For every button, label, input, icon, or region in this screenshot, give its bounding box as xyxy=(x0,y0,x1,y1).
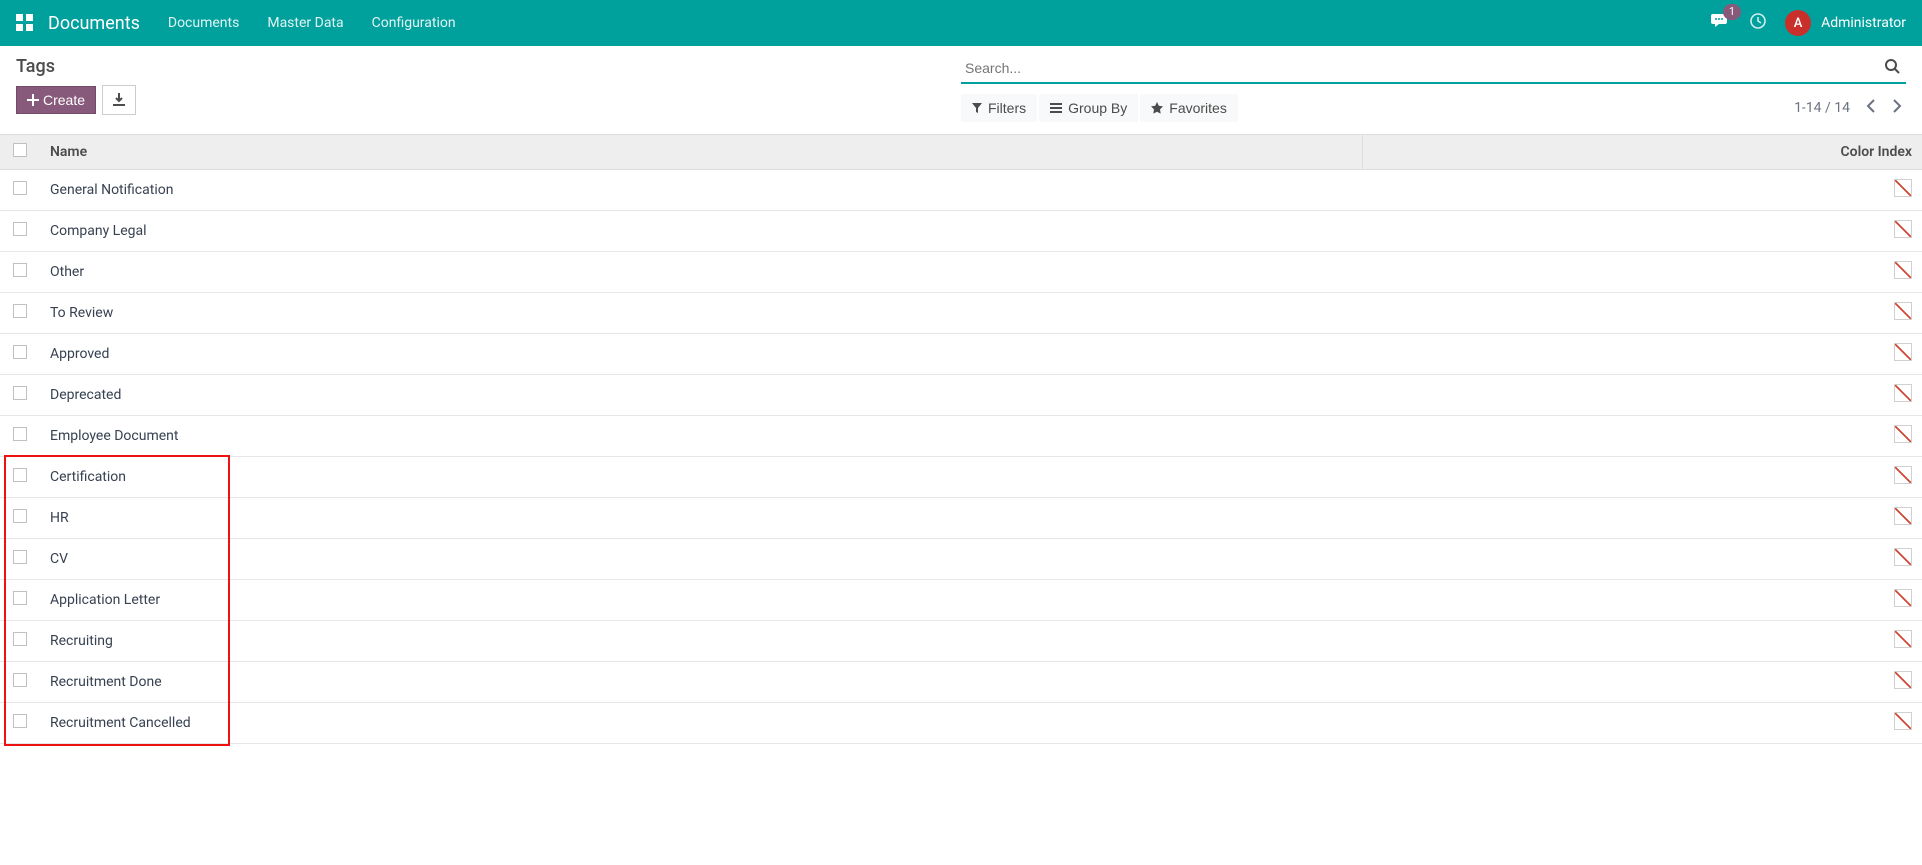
breadcrumb: Tags xyxy=(16,56,961,77)
top-navbar: Documents Documents Master Data Configur… xyxy=(0,0,1922,46)
table-row[interactable]: General Notification xyxy=(0,170,1922,211)
nav-menu-configuration[interactable]: Configuration xyxy=(372,15,456,31)
filters-button[interactable]: Filters xyxy=(961,94,1037,122)
plus-icon xyxy=(27,94,39,106)
row-name[interactable]: HR xyxy=(40,498,1362,539)
color-swatch[interactable] xyxy=(1894,507,1912,525)
row-name[interactable]: Certification xyxy=(40,457,1362,498)
color-swatch[interactable] xyxy=(1894,425,1912,443)
table-row[interactable]: Employee Document xyxy=(0,416,1922,457)
download-icon xyxy=(112,93,126,107)
user-menu[interactable]: A Administrator xyxy=(1785,10,1906,36)
create-button-label: Create xyxy=(43,92,85,108)
search-icon[interactable] xyxy=(1878,58,1906,78)
row-checkbox[interactable] xyxy=(13,632,27,646)
row-name[interactable]: CV xyxy=(40,539,1362,580)
table-row[interactable]: Other xyxy=(0,252,1922,293)
filters-label: Filters xyxy=(988,100,1026,116)
table-row[interactable]: To Review xyxy=(0,293,1922,334)
star-icon xyxy=(1151,102,1163,114)
color-swatch[interactable] xyxy=(1894,548,1912,566)
create-button[interactable]: Create xyxy=(16,86,96,114)
nav-menu: Documents Master Data Configuration xyxy=(168,15,456,31)
color-swatch[interactable] xyxy=(1894,343,1912,361)
row-checkbox[interactable] xyxy=(13,304,27,318)
favorites-label: Favorites xyxy=(1169,100,1227,116)
pager-next[interactable] xyxy=(1888,95,1906,121)
app-brand[interactable]: Documents xyxy=(48,13,140,34)
nav-menu-masterdata[interactable]: Master Data xyxy=(267,15,343,31)
user-name: Administrator xyxy=(1821,15,1906,31)
color-swatch[interactable] xyxy=(1894,630,1912,648)
table-row[interactable]: Company Legal xyxy=(0,211,1922,252)
pager-prev[interactable] xyxy=(1862,95,1880,121)
row-checkbox[interactable] xyxy=(13,181,27,195)
row-name[interactable]: Recruitment Done xyxy=(40,662,1362,703)
apps-icon[interactable] xyxy=(16,14,34,32)
row-name[interactable]: Company Legal xyxy=(40,211,1362,252)
list-view: Name Color Index General NotificationCom… xyxy=(0,134,1922,744)
groupby-button[interactable]: Group By xyxy=(1039,94,1138,122)
row-checkbox[interactable] xyxy=(13,386,27,400)
groupby-label: Group By xyxy=(1068,100,1127,116)
select-all-checkbox[interactable] xyxy=(13,143,27,157)
col-header-color[interactable]: Color Index xyxy=(1362,135,1922,170)
row-name[interactable]: Other xyxy=(40,252,1362,293)
table-row[interactable]: Recruiting xyxy=(0,621,1922,662)
color-swatch[interactable] xyxy=(1894,302,1912,320)
avatar: A xyxy=(1785,10,1811,36)
row-name[interactable]: Deprecated xyxy=(40,375,1362,416)
messaging-icon[interactable]: 1 xyxy=(1711,12,1731,34)
col-header-name[interactable]: Name xyxy=(40,135,1362,170)
list-icon xyxy=(1050,103,1062,113)
row-checkbox[interactable] xyxy=(13,345,27,359)
tags-table: Name Color Index General NotificationCom… xyxy=(0,134,1922,744)
row-checkbox[interactable] xyxy=(13,550,27,564)
row-checkbox[interactable] xyxy=(13,714,27,728)
nav-right: 1 A Administrator xyxy=(1711,10,1906,36)
control-panel: Tags Create xyxy=(0,46,1922,128)
avatar-initial: A xyxy=(1794,16,1803,31)
export-button[interactable] xyxy=(102,85,136,115)
color-swatch[interactable] xyxy=(1894,220,1912,238)
activities-icon[interactable] xyxy=(1749,12,1767,34)
color-swatch[interactable] xyxy=(1894,589,1912,607)
row-checkbox[interactable] xyxy=(13,509,27,523)
row-name[interactable]: Recruitment Cancelled xyxy=(40,703,1362,744)
table-row[interactable]: Certification xyxy=(0,457,1922,498)
row-name[interactable]: General Notification xyxy=(40,170,1362,211)
table-row[interactable]: Approved xyxy=(0,334,1922,375)
color-swatch[interactable] xyxy=(1894,671,1912,689)
row-name[interactable]: Recruiting xyxy=(40,621,1362,662)
row-name[interactable]: Approved xyxy=(40,334,1362,375)
row-name[interactable]: Application Letter xyxy=(40,580,1362,621)
row-name[interactable]: To Review xyxy=(40,293,1362,334)
funnel-icon xyxy=(972,103,982,113)
color-swatch[interactable] xyxy=(1894,384,1912,402)
table-row[interactable]: Application Letter xyxy=(0,580,1922,621)
row-checkbox[interactable] xyxy=(13,673,27,687)
row-checkbox[interactable] xyxy=(13,591,27,605)
table-row[interactable]: Recruitment Cancelled xyxy=(0,703,1922,744)
color-swatch[interactable] xyxy=(1894,466,1912,484)
row-checkbox[interactable] xyxy=(13,427,27,441)
color-swatch[interactable] xyxy=(1894,261,1912,279)
table-row[interactable]: Deprecated xyxy=(0,375,1922,416)
search-bar xyxy=(961,56,1906,84)
table-row[interactable]: Recruitment Done xyxy=(0,662,1922,703)
table-row[interactable]: HR xyxy=(0,498,1922,539)
search-input[interactable] xyxy=(961,58,1878,78)
color-swatch[interactable] xyxy=(1894,712,1912,730)
favorites-button[interactable]: Favorites xyxy=(1140,94,1238,122)
row-checkbox[interactable] xyxy=(13,468,27,482)
color-swatch[interactable] xyxy=(1894,179,1912,197)
row-checkbox[interactable] xyxy=(13,263,27,277)
row-name[interactable]: Employee Document xyxy=(40,416,1362,457)
row-checkbox[interactable] xyxy=(13,222,27,236)
table-row[interactable]: CV xyxy=(0,539,1922,580)
pager-text[interactable]: 1-14 / 14 xyxy=(1794,100,1850,116)
nav-menu-documents[interactable]: Documents xyxy=(168,15,239,31)
messaging-badge: 1 xyxy=(1723,4,1741,20)
